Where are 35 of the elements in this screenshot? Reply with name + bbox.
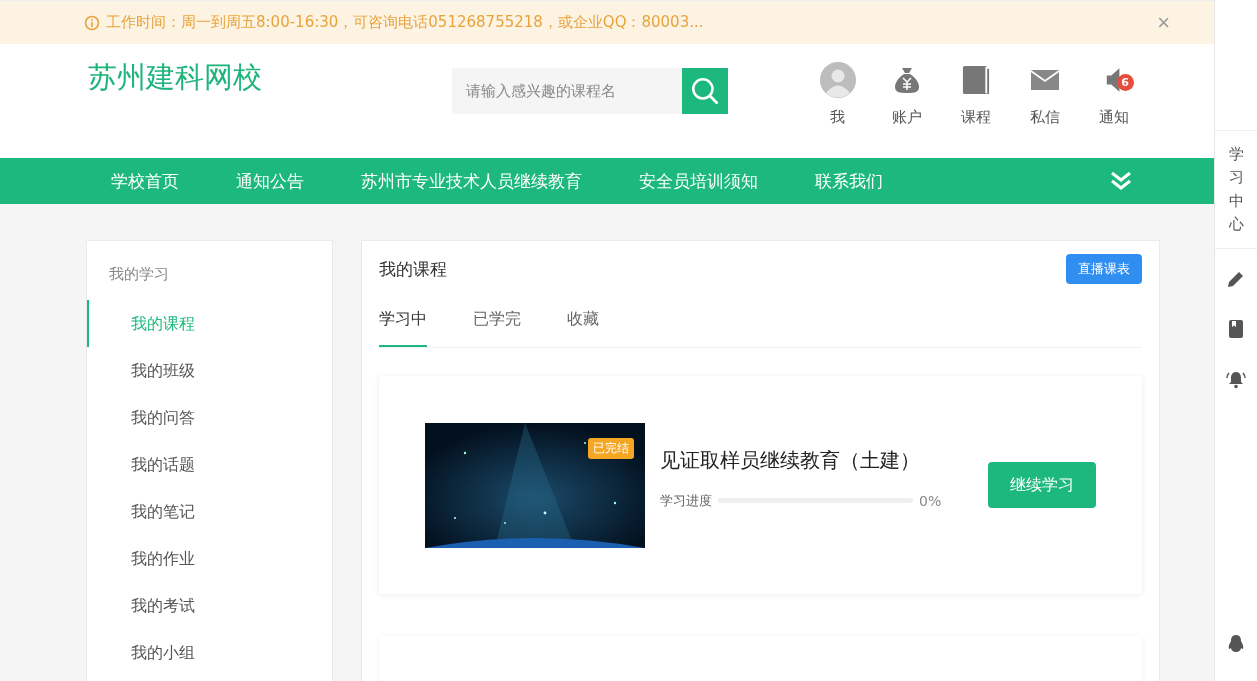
sidebar-item[interactable]: 我的话题 bbox=[87, 441, 332, 488]
book-icon[interactable] bbox=[1226, 319, 1246, 339]
envelope-icon bbox=[1029, 69, 1060, 91]
penguin-icon[interactable] bbox=[1226, 634, 1246, 654]
menu-link[interactable]: 课程 bbox=[952, 60, 999, 127]
info-icon bbox=[84, 14, 100, 31]
course-title[interactable]: 见证取样员继续教育（土建） bbox=[660, 446, 950, 474]
sidebar-item[interactable]: 我的小组 bbox=[87, 629, 332, 676]
study-center-link[interactable]: 学习中心 bbox=[1228, 131, 1244, 248]
notice-text: 工作时间：周一到周五8:00-16:30，可咨询电话051268755218，或企业QQ：80003... bbox=[106, 13, 704, 32]
status-badge: 已完结 bbox=[588, 437, 634, 459]
sidebar-item[interactable]: 我的作业 bbox=[87, 535, 332, 582]
avatar-icon bbox=[819, 62, 856, 98]
bell-icon[interactable] bbox=[1226, 369, 1246, 389]
double-chevron-icon[interactable] bbox=[1110, 171, 1132, 191]
menu-link[interactable]: 私信 bbox=[1021, 60, 1068, 127]
tab[interactable]: 收藏 bbox=[567, 309, 599, 347]
search-field[interactable]: 请输入感兴趣的课程名 bbox=[452, 68, 682, 114]
sidebar-item[interactable]: 我的笔记 bbox=[87, 488, 332, 535]
search-button[interactable] bbox=[682, 68, 728, 114]
progress-value: 0% bbox=[919, 492, 942, 509]
tab[interactable]: 已学完 bbox=[473, 309, 521, 347]
search-icon bbox=[689, 75, 721, 107]
progress-label: 学习进度 bbox=[660, 491, 712, 510]
tab[interactable]: 学习中 bbox=[379, 309, 427, 347]
menu-link[interactable]: 6 通知 bbox=[1090, 60, 1137, 127]
sidebar-item[interactable]: 我的班级 bbox=[87, 347, 332, 394]
sidebar-heading: 我的学习 bbox=[108, 265, 170, 284]
sidebar-item[interactable]: 我的考试 bbox=[87, 582, 332, 629]
panel-title: 我的课程 bbox=[379, 257, 447, 281]
menu-link[interactable]: 账户 bbox=[883, 60, 930, 127]
sidebar-item[interactable]: 我的问答 bbox=[87, 394, 332, 441]
pencil-icon[interactable] bbox=[1226, 269, 1246, 289]
book-icon bbox=[961, 64, 990, 96]
profile-link[interactable]: 我 bbox=[814, 60, 861, 127]
